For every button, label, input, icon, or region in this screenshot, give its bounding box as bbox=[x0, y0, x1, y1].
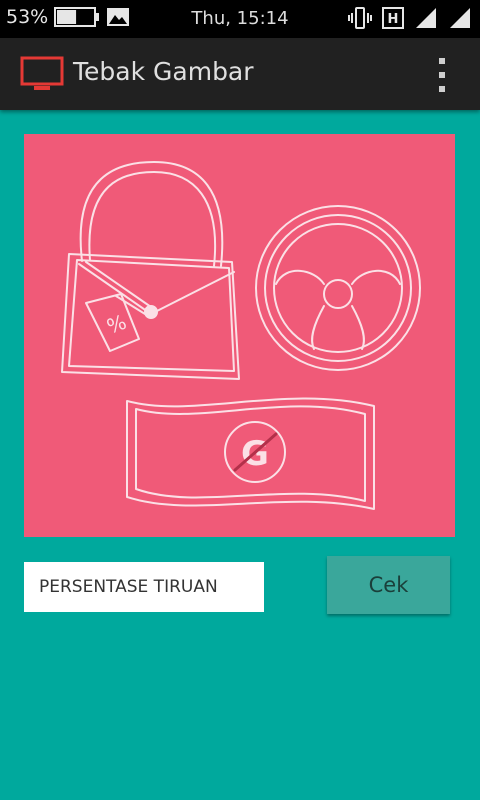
puzzle-illustration: % G bbox=[61, 161, 421, 510]
svg-text:%: % bbox=[104, 310, 130, 339]
signal-icon-2 bbox=[450, 8, 470, 28]
app-title: Tebak Gambar bbox=[73, 57, 254, 86]
menu-dot bbox=[439, 58, 445, 64]
signal-icon bbox=[416, 8, 436, 28]
check-button[interactable]: Cek bbox=[327, 556, 450, 614]
svg-text:H: H bbox=[388, 12, 399, 27]
menu-dot bbox=[439, 72, 445, 78]
h-network-icon: H bbox=[382, 7, 404, 29]
status-bar: 53% Thu, 15:14 H bbox=[0, 0, 480, 38]
answer-input[interactable] bbox=[24, 562, 264, 612]
vibrate-icon bbox=[348, 7, 372, 29]
monitor-icon bbox=[20, 56, 64, 90]
handbag-icon: % bbox=[61, 161, 240, 380]
app-bar: Tebak Gambar bbox=[0, 38, 480, 110]
menu-dot bbox=[439, 86, 445, 92]
puzzle-image: % G bbox=[24, 134, 455, 537]
steering-wheel-icon bbox=[255, 205, 421, 371]
overflow-menu-icon[interactable] bbox=[432, 58, 452, 92]
banknote-icon: G bbox=[126, 397, 375, 510]
status-right: H bbox=[348, 6, 472, 30]
